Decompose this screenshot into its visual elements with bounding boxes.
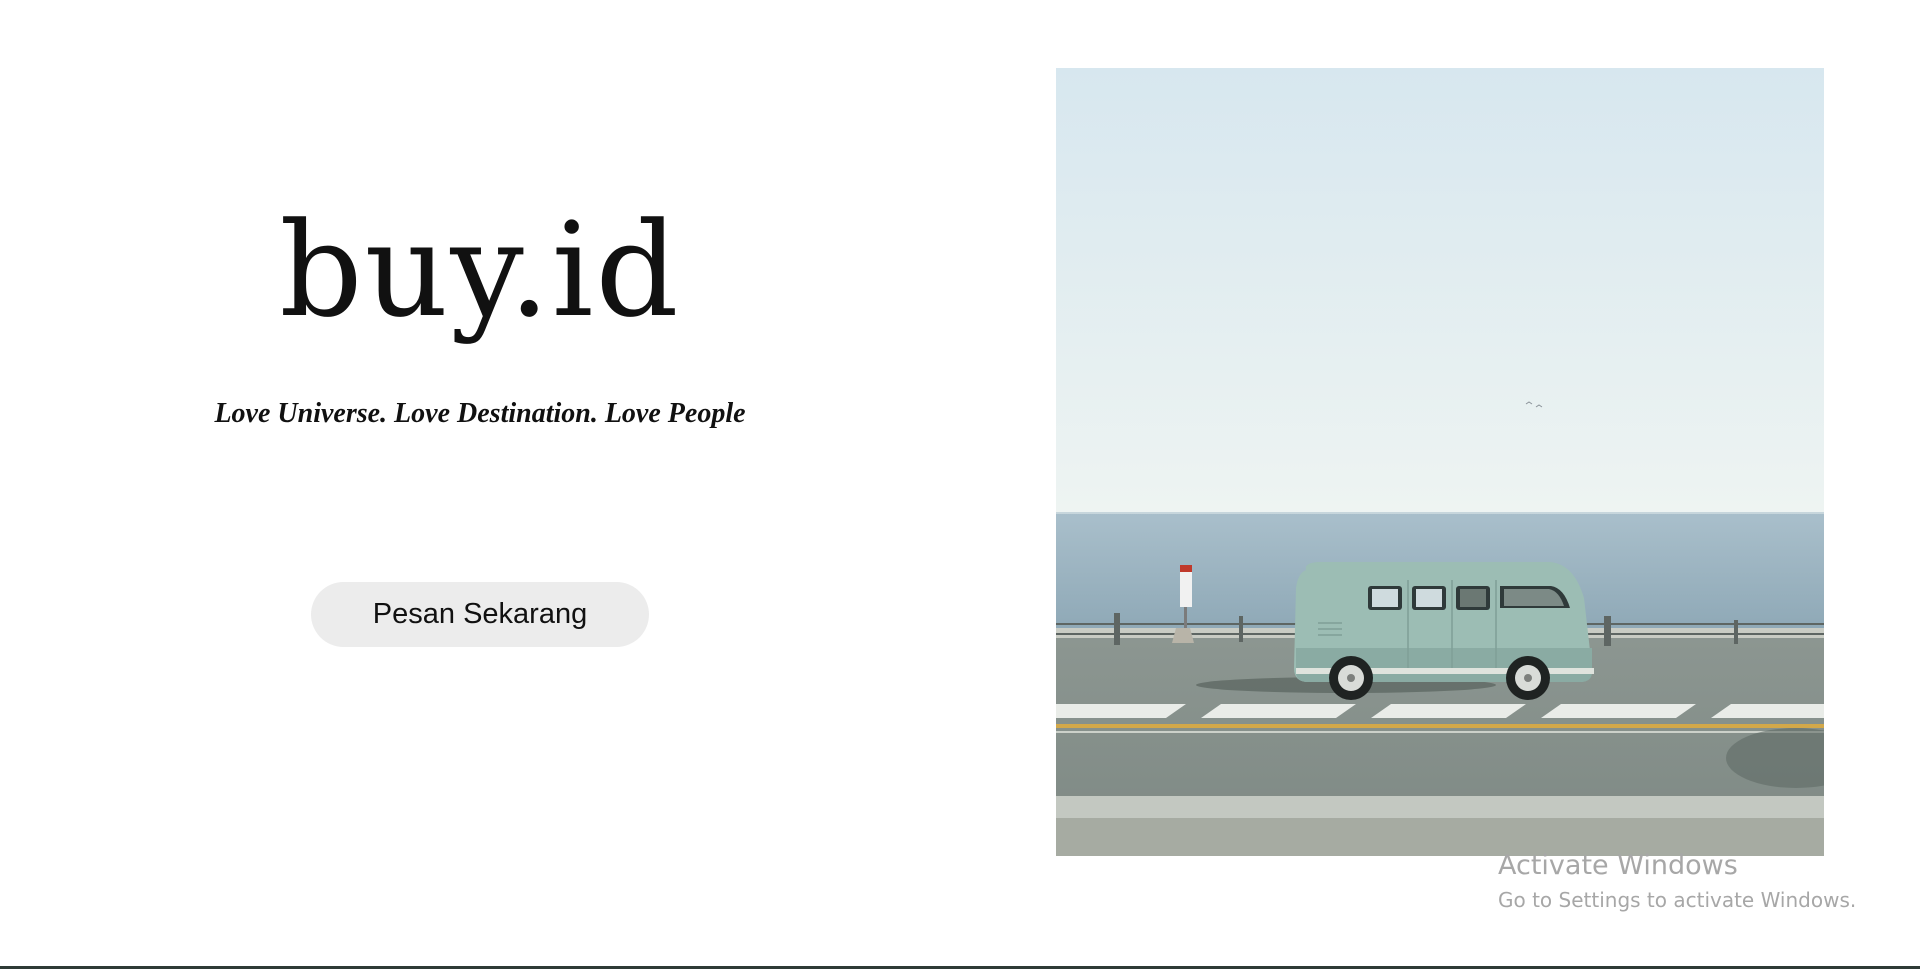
activate-windows-watermark: Activate Windows Go to Settings to activ… xyxy=(1498,850,1856,914)
watermark-subtitle: Go to Settings to activate Windows. xyxy=(1498,888,1857,913)
watermark-title: Activate Windows xyxy=(1498,850,1738,881)
landing-page: buy.id Love Universe. Love Destination. … xyxy=(0,0,1920,969)
hero-photo xyxy=(1056,68,1824,856)
order-now-button[interactable]: Pesan Sekarang xyxy=(311,582,649,647)
van-by-sea-image xyxy=(1056,68,1824,856)
tagline: Love Universe. Love Destination. Love Pe… xyxy=(214,398,746,429)
brand-logo: buy.id xyxy=(279,194,681,346)
